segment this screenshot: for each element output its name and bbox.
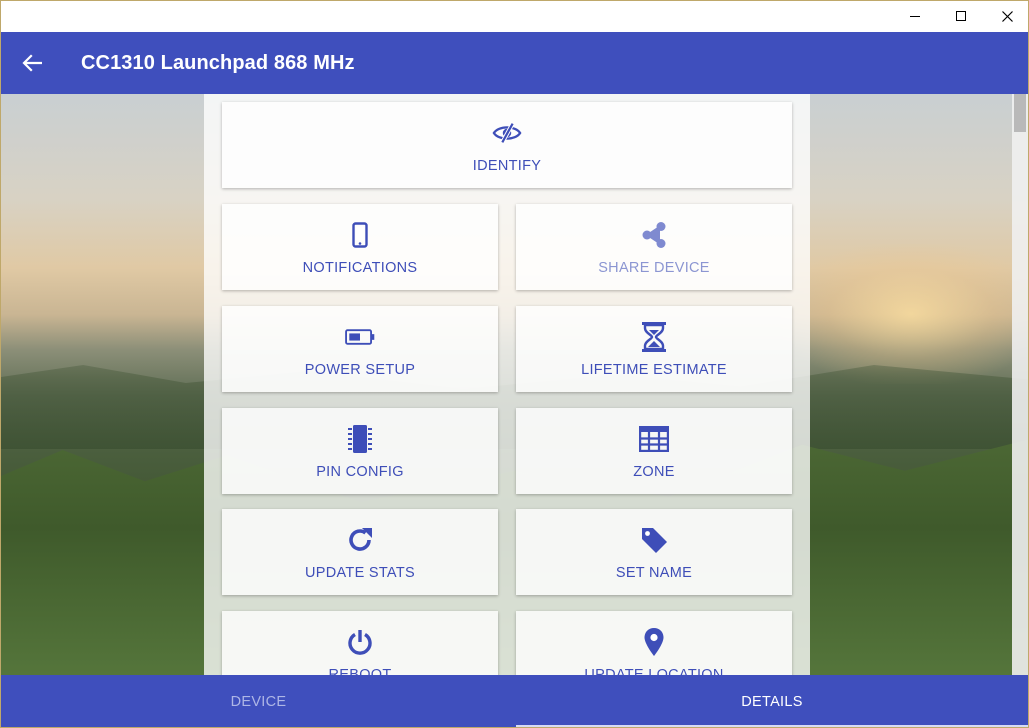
identify-button[interactable]: IDENTIFY bbox=[222, 102, 792, 188]
lifetime-estimate-label: LIFETIME ESTIMATE bbox=[581, 362, 727, 378]
location-pin-icon bbox=[639, 627, 669, 657]
refresh-icon bbox=[345, 525, 375, 555]
power-icon bbox=[345, 627, 375, 657]
hourglass-icon bbox=[639, 322, 669, 352]
minimize-icon bbox=[909, 16, 920, 17]
battery-icon bbox=[345, 322, 375, 352]
window-title-bar bbox=[1, 1, 1028, 32]
tab-device[interactable]: DEVICE bbox=[1, 675, 516, 727]
power-setup-label: POWER SETUP bbox=[304, 362, 416, 378]
phone-icon bbox=[345, 220, 375, 250]
chip-icon bbox=[345, 424, 375, 454]
app-window: CC1310 Launchpad 868 MHz IDENTIFY NOTIFI… bbox=[0, 0, 1029, 728]
scrollbar-track[interactable] bbox=[1012, 94, 1028, 675]
tab-details[interactable]: DETAILS bbox=[516, 675, 1028, 727]
minimize-button[interactable] bbox=[892, 1, 938, 32]
update-stats-label: UPDATE STATS bbox=[305, 565, 415, 581]
power-setup-button[interactable]: POWER SETUP bbox=[222, 306, 498, 392]
notifications-label: NOTIFICATIONS bbox=[302, 260, 418, 276]
update-stats-button[interactable]: UPDATE STATS bbox=[222, 509, 498, 595]
share-device-label: SHARE DEVICE bbox=[598, 260, 710, 276]
maximize-button[interactable] bbox=[938, 1, 984, 32]
share-icon bbox=[639, 220, 669, 250]
eye-slash-icon bbox=[492, 118, 522, 148]
zone-button[interactable]: ZONE bbox=[516, 408, 792, 494]
scrollbar-thumb[interactable] bbox=[1014, 94, 1026, 132]
close-icon bbox=[1001, 11, 1013, 22]
close-button[interactable] bbox=[984, 1, 1028, 32]
set-name-label: SET NAME bbox=[615, 565, 693, 581]
pin-config-button[interactable]: PIN CONFIG bbox=[222, 408, 498, 494]
pin-config-label: PIN CONFIG bbox=[316, 464, 404, 480]
set-name-button[interactable]: SET NAME bbox=[516, 509, 792, 595]
share-device-button[interactable]: SHARE DEVICE bbox=[516, 204, 792, 290]
page-title: CC1310 Launchpad 868 MHz bbox=[81, 52, 355, 74]
back-button[interactable] bbox=[15, 47, 49, 79]
zone-label: ZONE bbox=[633, 464, 675, 480]
lifetime-estimate-button[interactable]: LIFETIME ESTIMATE bbox=[516, 306, 792, 392]
app-bar: CC1310 Launchpad 868 MHz bbox=[1, 32, 1028, 94]
background-sun-glow bbox=[781, 244, 1028, 384]
grid-icon bbox=[639, 424, 669, 454]
tag-icon bbox=[639, 525, 669, 555]
identify-label: IDENTIFY bbox=[472, 158, 542, 174]
maximize-icon bbox=[955, 11, 966, 21]
arrow-back-icon bbox=[22, 54, 42, 72]
notifications-button[interactable]: NOTIFICATIONS bbox=[222, 204, 498, 290]
bottom-tab-bar: DEVICE DETAILS bbox=[1, 675, 1028, 727]
